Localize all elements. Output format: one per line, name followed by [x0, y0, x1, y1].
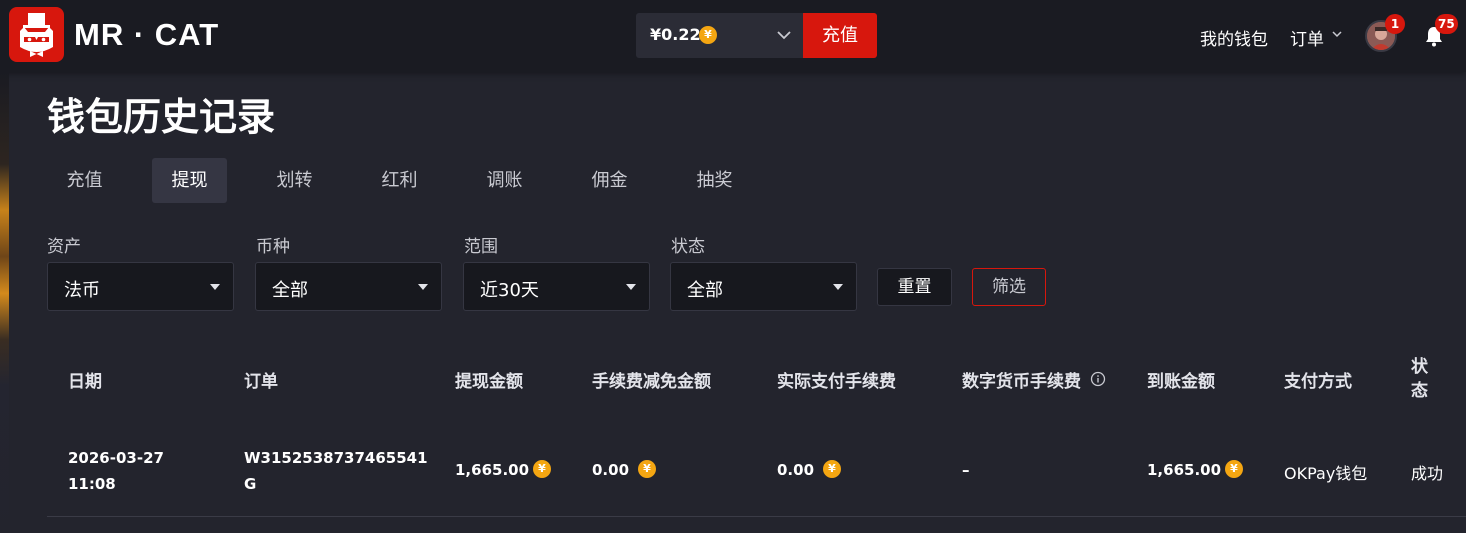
- chevron-down-icon[interactable]: [1330, 27, 1344, 41]
- column-header-received-amount: 到账金额: [1147, 372, 1215, 392]
- caret-down-icon: [626, 284, 636, 290]
- currency-label: 币种: [256, 237, 290, 257]
- asset-label: 资产: [47, 237, 81, 257]
- asset-select[interactable]: 法币: [47, 262, 234, 311]
- tab-lottery[interactable]: 抽奖: [677, 158, 752, 203]
- row-fee-waived: 0.00: [592, 461, 630, 479]
- page-title: 钱包历史记录: [47, 95, 276, 139]
- row-received-amount: 1,665.00: [1147, 461, 1222, 479]
- row-withdraw-amount: 1,665.00: [455, 461, 530, 479]
- row-date: 2026-03-27: [68, 449, 164, 467]
- my-wallet-link[interactable]: 我的钱包: [1200, 25, 1268, 50]
- row-crypto-fee: –: [962, 461, 970, 479]
- yuan-coin-icon: ¥: [1225, 460, 1243, 478]
- row-order-id-suffix[interactable]: G: [244, 475, 256, 493]
- currency-select[interactable]: 全部: [255, 262, 442, 311]
- caret-down-icon: [418, 284, 428, 290]
- status-select[interactable]: 全部: [670, 262, 857, 311]
- asset-value: 法币: [64, 280, 100, 301]
- column-header-crypto-fee: 数字货币手续费: [962, 372, 1081, 392]
- tab-bonus[interactable]: 红利: [362, 158, 437, 203]
- caret-down-icon: [210, 284, 220, 290]
- tab-transfer[interactable]: 划转: [257, 158, 332, 203]
- range-select[interactable]: 近30天: [463, 262, 650, 311]
- orders-menu[interactable]: 订单: [1290, 25, 1324, 50]
- range-label: 范围: [464, 237, 498, 257]
- tab-commission[interactable]: 佣金: [572, 158, 647, 203]
- column-header-withdraw-amount: 提现金额: [455, 372, 523, 392]
- column-header-fee-waived: 手续费减免金额: [592, 372, 711, 392]
- reset-button[interactable]: 重置: [877, 268, 952, 306]
- banner-edge: [0, 72, 9, 533]
- row-order-id[interactable]: W3152538737465541: [244, 449, 428, 467]
- yuan-coin-icon: ¥: [699, 26, 717, 44]
- deposit-button[interactable]: 充值: [803, 13, 877, 58]
- notification-badge: 75: [1435, 14, 1458, 34]
- column-header-date: 日期: [68, 372, 102, 392]
- tab-deposit[interactable]: 充值: [47, 158, 122, 203]
- tab-adjustment[interactable]: 调账: [467, 158, 542, 203]
- brand-name[interactable]: MR · CAT: [74, 17, 219, 53]
- column-header-payment-method: 支付方式: [1284, 372, 1352, 392]
- status-label: 状态: [671, 237, 705, 257]
- balance-amount: ¥0.22: [650, 25, 701, 44]
- info-icon[interactable]: [1090, 371, 1106, 387]
- status-value: 全部: [687, 280, 723, 301]
- column-header-status: 状态: [1411, 357, 1428, 401]
- caret-down-icon: [833, 284, 843, 290]
- filter-button[interactable]: 筛选: [972, 268, 1046, 306]
- row-payment-method: OKPay钱包: [1284, 464, 1368, 483]
- yuan-coin-icon: ¥: [823, 460, 841, 478]
- column-header-fee-paid: 实际支付手续费: [777, 372, 896, 392]
- balance-selector[interactable]: ¥0.22 ¥: [636, 13, 804, 58]
- row-time: 11:08: [68, 475, 116, 493]
- row-fee-paid: 0.00: [777, 461, 815, 479]
- range-value: 近30天: [480, 280, 539, 301]
- avatar-badge: 1: [1385, 14, 1405, 34]
- currency-value: 全部: [272, 280, 308, 301]
- row-divider: [47, 516, 1466, 517]
- tab-withdraw[interactable]: 提现: [152, 158, 227, 203]
- yuan-coin-icon: ¥: [533, 460, 551, 478]
- top-bar: MR · CAT ¥0.22 ¥ 充值 我的钱包 订单 1 75: [0, 0, 1466, 72]
- logo-cat-icon[interactable]: [9, 7, 64, 62]
- row-status: 成功: [1411, 464, 1444, 483]
- column-header-order: 订单: [244, 372, 278, 392]
- chevron-down-icon: [777, 31, 791, 40]
- yuan-coin-icon: ¥: [638, 460, 656, 478]
